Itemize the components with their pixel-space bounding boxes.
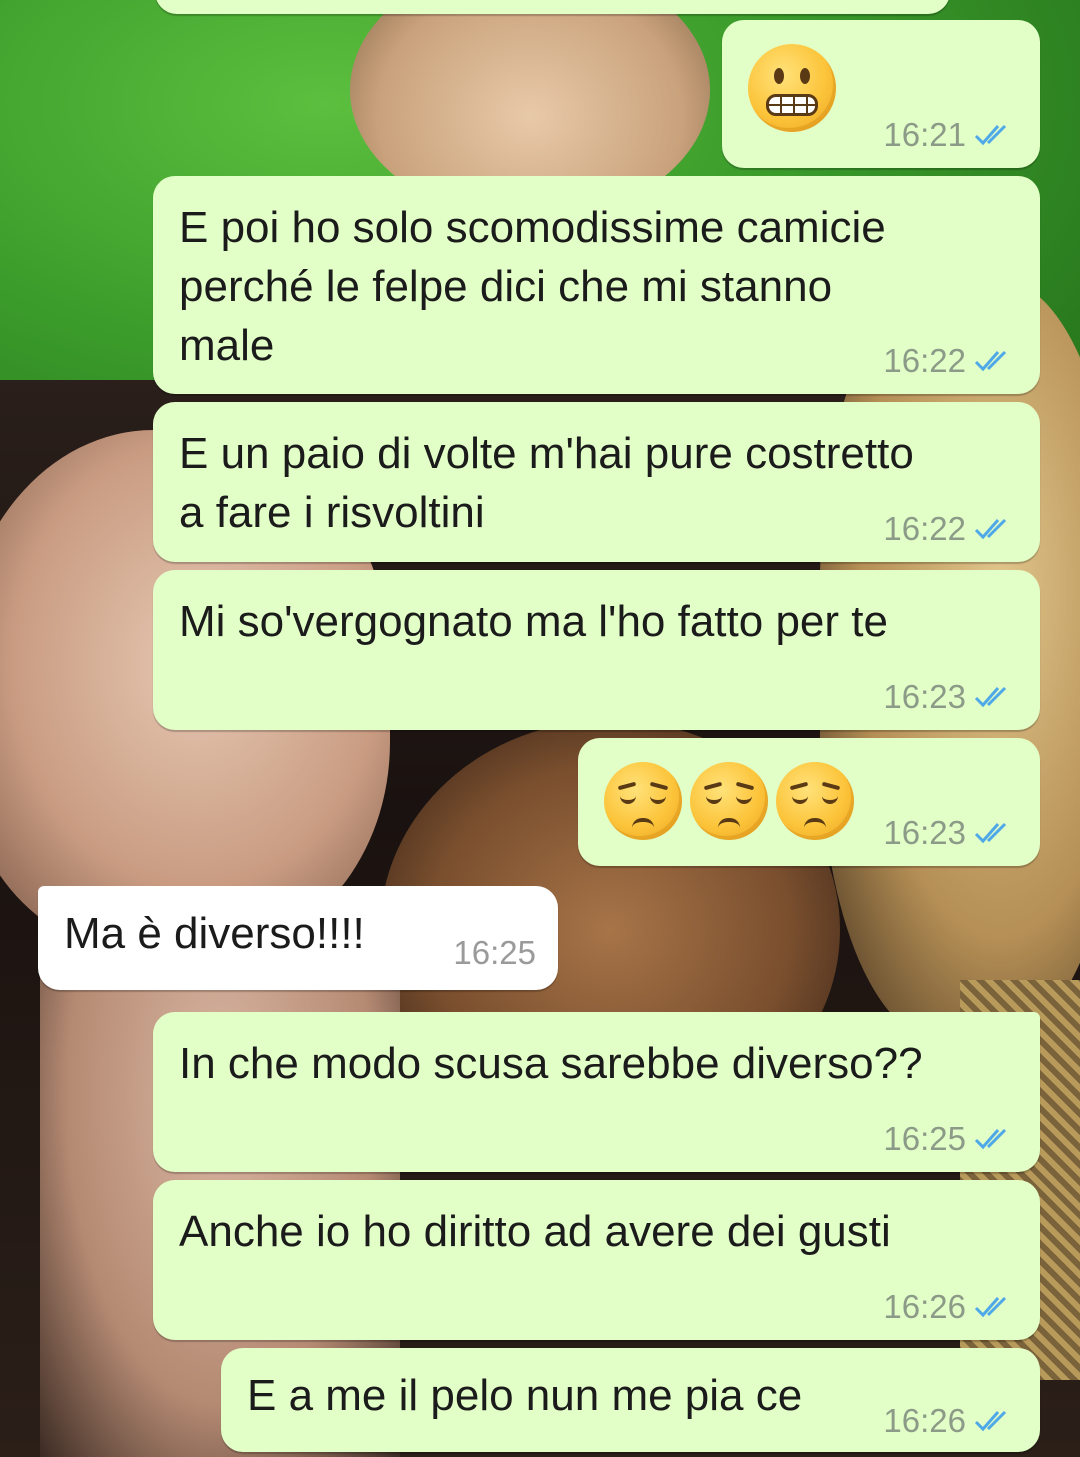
message-timestamp: 16:23 xyxy=(883,678,966,715)
read-receipt-icon xyxy=(974,686,1007,708)
read-receipt-icon xyxy=(974,1128,1007,1150)
message-timestamp: 16:23 xyxy=(883,814,966,851)
message-text: E un paio di volte m'hai pure costretto … xyxy=(179,429,914,537)
message-timestamp: 16:25 xyxy=(883,1120,966,1157)
message-text: Ma è diverso!!!! xyxy=(64,909,365,958)
message-timestamp: 16:21 xyxy=(883,116,966,153)
message-bubble-outgoing[interactable]: Mi so'vergognato ma l'ho fatto per te 16… xyxy=(153,570,1040,730)
message-bubble-outgoing[interactable]: E poi ho solo scomodissime camicie perch… xyxy=(153,176,1040,394)
message-timestamp: 16:26 xyxy=(883,1402,966,1439)
message-bubble-outgoing[interactable]: E un paio di volte m'hai pure costretto … xyxy=(153,402,1040,562)
message-timestamp: 16:22 xyxy=(883,510,966,547)
message-bubble-outgoing[interactable]: E a me il pelo nun me pia ce 16:26 xyxy=(221,1348,1040,1452)
pensive-face-emoji xyxy=(776,762,854,840)
message-bubble-partial[interactable] xyxy=(155,0,950,14)
read-receipt-icon xyxy=(974,124,1007,146)
message-text: Mi so'vergognato ma l'ho fatto per te xyxy=(179,597,888,646)
read-receipt-icon xyxy=(974,1296,1007,1318)
message-bubble-incoming[interactable]: Ma è diverso!!!! 16:25 xyxy=(38,886,558,990)
message-timestamp: 16:26 xyxy=(883,1288,966,1325)
read-receipt-icon xyxy=(974,518,1007,540)
message-text: E a me il pelo nun me pia ce xyxy=(247,1371,803,1420)
message-bubble-outgoing[interactable]: 16:21 xyxy=(722,20,1040,168)
message-bubble-outgoing[interactable]: In che modo scusa sarebbe diverso?? 16:2… xyxy=(153,1012,1040,1172)
read-receipt-icon xyxy=(974,1410,1007,1432)
message-text: In che modo scusa sarebbe diverso?? xyxy=(179,1039,923,1088)
read-receipt-icon xyxy=(974,822,1007,844)
message-timestamp: 16:22 xyxy=(883,342,966,379)
pensive-face-emoji xyxy=(604,762,682,840)
read-receipt-icon xyxy=(974,350,1007,372)
grimacing-face-emoji xyxy=(748,44,836,132)
message-bubble-outgoing[interactable]: Anche io ho diritto ad avere dei gusti 1… xyxy=(153,1180,1040,1340)
message-timestamp: 16:25 xyxy=(453,934,536,971)
message-text: E poi ho solo scomodissime camicie perch… xyxy=(179,203,886,370)
message-text: Anche io ho diritto ad avere dei gusti xyxy=(179,1207,891,1256)
pensive-face-emoji xyxy=(690,762,768,840)
message-bubble-outgoing[interactable]: 16:23 xyxy=(578,738,1040,866)
